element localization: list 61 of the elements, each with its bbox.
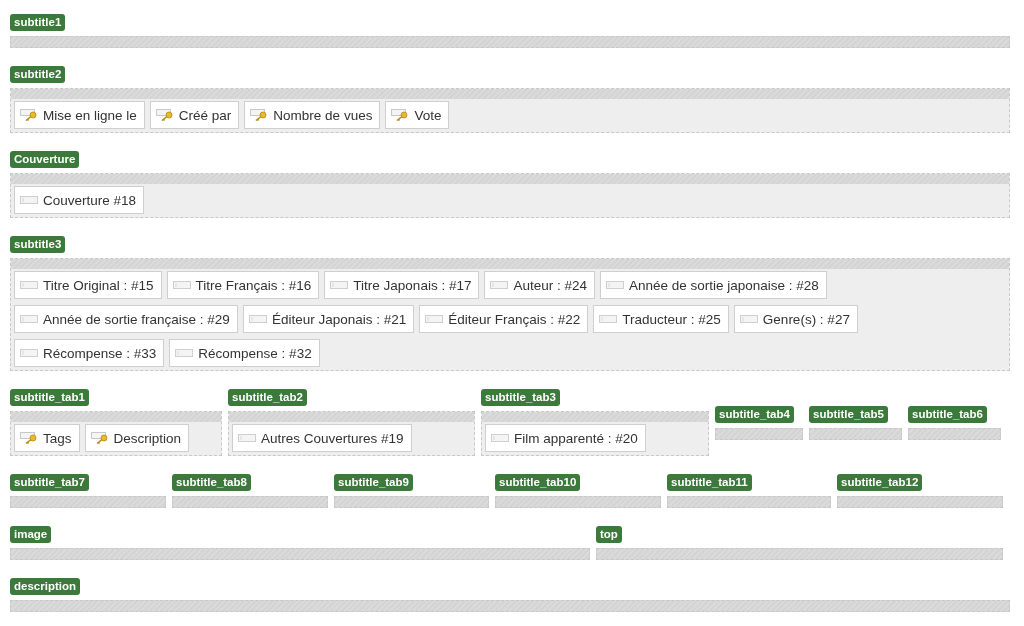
zone-label: subtitle_tab12	[837, 474, 923, 491]
field-chip[interactable]: Description	[84, 424, 190, 452]
zone-label: Couverture	[10, 151, 80, 168]
field-icon	[20, 349, 38, 357]
field-chip[interactable]: Récompense : #32	[169, 339, 320, 367]
field-chip[interactable]: Titre Original : #15	[14, 271, 162, 299]
field-icon	[330, 281, 349, 289]
zone-label: subtitle3	[10, 236, 66, 253]
zone-label: subtitle_tab10	[495, 474, 581, 491]
zone-label: subtitle1	[10, 14, 66, 31]
field-icon	[490, 281, 509, 289]
zone-label: subtitle_tab4	[715, 405, 794, 423]
field-chip[interactable]: Mise en ligne le	[14, 101, 145, 129]
zone-label: subtitle_tab9	[334, 474, 413, 491]
field-icon	[20, 281, 38, 289]
zone-label: subtitle_tab1	[10, 389, 89, 406]
field-chip[interactable]: Titre Français : #16	[166, 271, 320, 299]
field-icon	[491, 434, 509, 442]
zone-label: top	[596, 526, 622, 543]
field-chip[interactable]: Nombre de vues	[244, 101, 381, 129]
field-icon	[599, 315, 618, 323]
key-icon	[90, 431, 109, 445]
key-icon	[391, 108, 410, 122]
field-icon	[425, 315, 444, 323]
field-chip[interactable]: Récompense : #33	[14, 339, 165, 367]
field-chip[interactable]: Année de sortie française : #29	[14, 305, 238, 333]
field-icon	[20, 315, 38, 323]
field-chip[interactable]: Titre Japonais : #17	[324, 271, 480, 299]
zone-label: image	[10, 526, 52, 543]
key-icon	[20, 108, 38, 122]
field-chip[interactable]: Éditeur Japonais : #21	[242, 305, 415, 333]
field-icon	[238, 434, 256, 442]
zone-label: subtitle_tab7	[10, 474, 89, 491]
zone-label: subtitle_tab5	[809, 405, 888, 423]
field-chip[interactable]: Autres Couvertures #19	[232, 424, 412, 452]
field-chip[interactable]: Couverture #18	[14, 186, 145, 214]
field-icon	[20, 196, 38, 204]
field-chip[interactable]: Année de sortie japonaise : #28	[600, 271, 827, 299]
key-icon	[250, 108, 269, 122]
zone-label: subtitle_tab11	[667, 474, 752, 491]
field-chip[interactable]: Traducteur : #25	[593, 305, 729, 333]
zone-label: subtitle_tab3	[481, 389, 560, 406]
field-icon	[606, 281, 624, 289]
field-icon	[739, 315, 758, 323]
field-chip[interactable]: Créé par	[149, 101, 240, 129]
zone-label: subtitle_tab6	[908, 405, 987, 423]
key-icon	[20, 431, 38, 445]
zone-label: subtitle_tab8	[172, 474, 251, 491]
zone-label: subtitle2	[10, 66, 66, 83]
key-icon	[155, 108, 174, 122]
field-chip[interactable]: Vote	[385, 101, 450, 129]
field-icon	[248, 315, 267, 323]
field-chip[interactable]: Auteur : #24	[484, 271, 595, 299]
zone-label: subtitle_tab2	[228, 389, 307, 406]
zone-label: description	[10, 578, 80, 595]
field-icon	[172, 281, 191, 289]
field-chip[interactable]: Tags	[14, 424, 80, 452]
field-chip[interactable]: Éditeur Français : #22	[419, 305, 589, 333]
field-chip[interactable]: Film apparenté : #20	[485, 424, 646, 452]
field-icon	[175, 349, 194, 357]
field-chip[interactable]: Genre(s) : #27	[733, 305, 858, 333]
